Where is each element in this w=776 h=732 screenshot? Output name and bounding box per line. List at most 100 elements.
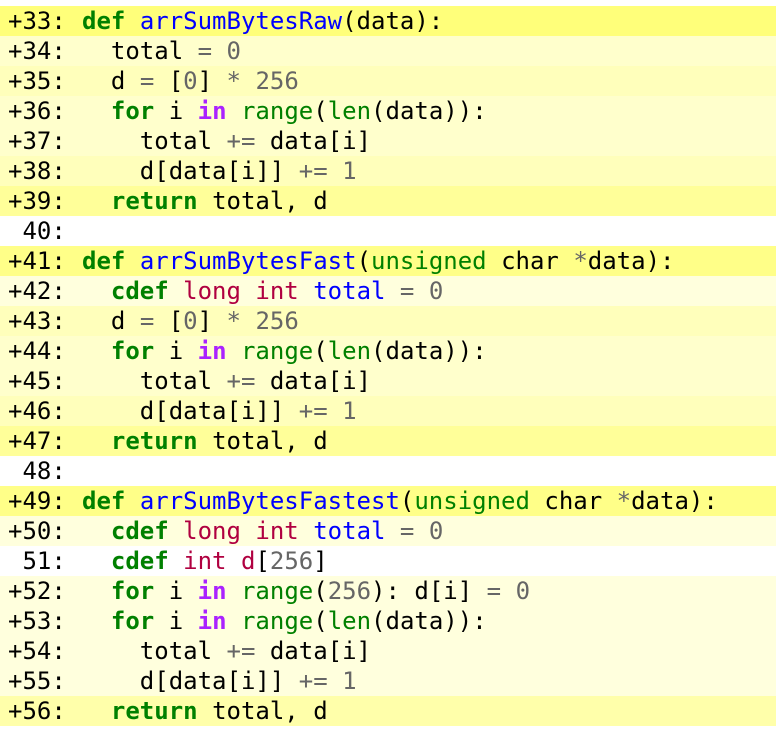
- code-token: =: [139, 307, 155, 335]
- code-line[interactable]: +41: def arrSumBytesFast(unsigned char *d…: [0, 246, 776, 276]
- code-line[interactable]: +35: d = [0] * 256: [0, 66, 776, 96]
- code-token: data):: [587, 247, 675, 275]
- code-token: cdef: [110, 277, 169, 305]
- line-number[interactable]: +35:: [8, 66, 82, 96]
- code-token: i: [168, 97, 184, 125]
- code-line[interactable]: +42: cdef long int total = 0: [0, 276, 776, 306]
- line-number[interactable]: +47:: [8, 426, 82, 456]
- code-line[interactable]: +55: d[data[i]] += 1: [0, 666, 776, 696]
- code-token: [: [168, 67, 184, 95]
- line-number[interactable]: +34:: [8, 36, 82, 66]
- code-line[interactable]: +36: for i in range(len(data)):: [0, 96, 776, 126]
- code-line[interactable]: +47: return total, d: [0, 426, 776, 456]
- code-token: d[data[i]]: [139, 157, 285, 185]
- code-line[interactable]: +37: total += data[i]: [0, 126, 776, 156]
- code-line[interactable]: +33: def arrSumBytesRaw(data):: [0, 6, 776, 36]
- line-number[interactable]: +41:: [8, 246, 82, 276]
- code-line[interactable]: +53: for i in range(len(data)):: [0, 606, 776, 636]
- line-number[interactable]: +39:: [8, 186, 82, 216]
- code-token: =: [139, 67, 155, 95]
- code-token: range: [240, 577, 314, 605]
- code-line[interactable]: +52: for i in range(256): d[i] = 0: [0, 576, 776, 606]
- code-line[interactable]: +46: d[data[i]] += 1: [0, 396, 776, 426]
- code-line[interactable]: +54: total += data[i]: [0, 636, 776, 666]
- line-number[interactable]: +50:: [8, 516, 82, 546]
- line-number[interactable]: 51:: [8, 546, 82, 576]
- code-token: def: [82, 7, 126, 35]
- code-token: arrSumBytesFast: [139, 247, 357, 275]
- code-line[interactable]: +39: return total, d: [0, 186, 776, 216]
- line-number[interactable]: +55:: [8, 666, 82, 696]
- line-number[interactable]: +46:: [8, 396, 82, 426]
- code-line[interactable]: +34: total = 0: [0, 36, 776, 66]
- code-line[interactable]: +45: total += data[i]: [0, 366, 776, 396]
- line-number[interactable]: +36:: [8, 96, 82, 126]
- code-line[interactable]: 48:: [0, 456, 776, 486]
- line-number[interactable]: +53:: [8, 606, 82, 636]
- code-token: 1: [342, 157, 357, 185]
- line-number[interactable]: +49:: [8, 486, 82, 516]
- code-token: +=: [226, 127, 256, 155]
- code-token: long: [183, 517, 241, 545]
- code-token: +=: [298, 157, 328, 185]
- code-token: ]: [313, 547, 328, 575]
- code-line[interactable]: 40:: [0, 216, 776, 246]
- code-line[interactable]: +43: d = [0] * 256: [0, 306, 776, 336]
- code-token: int: [255, 277, 299, 305]
- code-token: char: [544, 487, 603, 515]
- code-token: total: [313, 277, 386, 305]
- line-number[interactable]: +38:: [8, 156, 82, 186]
- line-number[interactable]: +43:: [8, 306, 82, 336]
- code-token: (data)):: [371, 97, 487, 125]
- line-number[interactable]: 48:: [8, 456, 82, 486]
- line-number[interactable]: +54:: [8, 636, 82, 666]
- code-token: 0: [226, 37, 241, 65]
- code-token: (data)):: [371, 607, 487, 635]
- code-token: unsigned: [414, 487, 530, 515]
- code-line[interactable]: +56: return total, d: [0, 696, 776, 726]
- code-line[interactable]: +49: def arrSumBytesFastest(unsigned char…: [0, 486, 776, 516]
- line-number[interactable]: +33:: [8, 6, 82, 36]
- line-number[interactable]: +37:: [8, 126, 82, 156]
- line-number[interactable]: 40:: [8, 216, 82, 246]
- code-token: d[data[i]]: [139, 397, 285, 425]
- code-line[interactable]: 51: cdef int d[256]: [0, 546, 776, 576]
- line-number[interactable]: +44:: [8, 336, 82, 366]
- line-number[interactable]: +56:: [8, 696, 82, 726]
- code-token: 256: [269, 547, 314, 575]
- code-token: arrSumBytesFastest: [139, 487, 400, 515]
- line-number[interactable]: +42:: [8, 276, 82, 306]
- line-number[interactable]: +52:: [8, 576, 82, 606]
- code-token: 0: [428, 277, 444, 305]
- code-token: i: [168, 577, 184, 605]
- code-token: total, d: [212, 187, 328, 215]
- line-number[interactable]: +45:: [8, 366, 82, 396]
- code-line[interactable]: +44: for i in range(len(data)):: [0, 336, 776, 366]
- code-token: =: [399, 277, 415, 305]
- code-line[interactable]: +38: d[data[i]] += 1: [0, 156, 776, 186]
- code-token: total: [139, 127, 213, 155]
- code-line[interactable]: +50: cdef long int total = 0: [0, 516, 776, 546]
- code-token: 1: [342, 397, 357, 425]
